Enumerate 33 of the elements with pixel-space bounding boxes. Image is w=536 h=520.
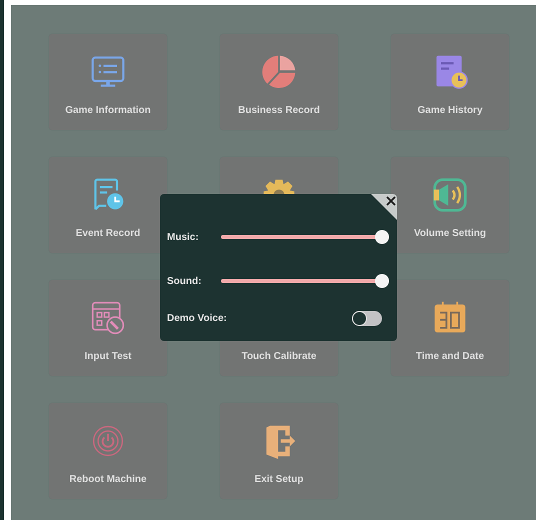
tile-label: Game History [417,105,483,116]
menu-tile[interactable]: Time and Date [391,280,509,376]
tile-label: Touch Calibrate [242,351,316,362]
tile-label: Reboot Machine [69,474,147,485]
tile-label: Input Test [84,351,132,362]
tile-label: Volume Setting [414,228,486,239]
slider-thumb[interactable] [375,274,389,288]
menu-tile[interactable]: Game Information [49,34,167,130]
close-icon [386,196,396,206]
monitor-icon [90,54,126,90]
menu-tile[interactable]: Business Record [220,34,338,130]
tile-label: Exit Setup [254,474,304,485]
slider-thumb[interactable] [375,230,389,244]
tile-label: Game Information [65,105,151,116]
setting-label: Sound: [167,276,202,286]
menu-tile[interactable]: Volume Setting [391,157,509,253]
setting-label: Music: [167,232,200,242]
menu-tile[interactable]: Event Record [49,157,167,253]
tile-label: Time and Date [416,351,484,362]
tile-label: Event Record [76,228,140,239]
speaker-icon [432,177,468,213]
pie-chart-icon [261,54,297,90]
menu-tile[interactable]: Input Test [49,280,167,376]
menu-tile[interactable]: Reboot Machine [49,403,167,499]
slider[interactable] [221,274,389,288]
menu-tile[interactable]: Game History [391,34,509,130]
power-icon [90,423,126,459]
slider[interactable] [221,230,389,244]
toggle-switch[interactable] [352,310,382,326]
tile-label: Business Record [238,105,320,116]
menu-tile[interactable]: Exit Setup [220,403,338,499]
keypad-dial-icon [90,300,126,336]
setting-label: Demo Voice: [167,312,227,324]
